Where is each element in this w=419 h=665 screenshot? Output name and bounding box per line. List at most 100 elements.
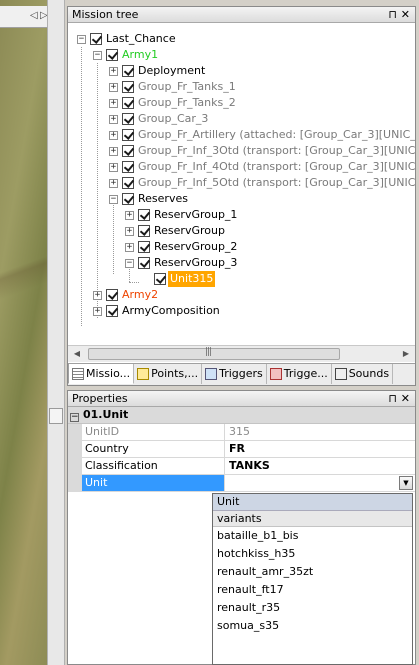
property-row-classification[interactable]: Classification TANKS xyxy=(68,458,415,475)
mission-tree-titlebar: Mission tree ⊓ ✕ xyxy=(68,7,415,23)
dropdown-header: Unit xyxy=(213,494,412,511)
tree-node[interactable]: + Group_Fr_Tanks_1 xyxy=(109,79,238,95)
close-icon[interactable]: ✕ xyxy=(401,391,410,406)
tree-node[interactable]: + Group_Fr_Tanks_2 xyxy=(109,95,238,111)
expand-icon[interactable]: + xyxy=(109,82,118,92)
node-checkbox[interactable] xyxy=(122,145,134,157)
tree-horizontal-scrollbar[interactable]: ◀ ||| ▶ xyxy=(68,345,415,362)
expand-icon[interactable]: + xyxy=(125,210,134,220)
tree-node[interactable]: + ReservGroup_1 xyxy=(125,207,239,223)
dropdown-option[interactable]: renault_r35 xyxy=(213,599,412,617)
tree-node[interactable]: + Group_Fr_Inf_5Otd (transport: [Group_C… xyxy=(109,175,415,191)
tab-points[interactable]: Points,... xyxy=(134,364,203,384)
tab-trigger-groups[interactable]: Trigge... xyxy=(267,364,332,384)
collapse-icon[interactable]: − xyxy=(109,194,118,204)
tree-node[interactable]: + Group_Fr_Artillery (attached: [Group_C… xyxy=(109,127,415,143)
node-checkbox[interactable] xyxy=(90,33,102,45)
node-label: Group_Fr_Inf_5Otd (transport: [Group_Car… xyxy=(138,176,415,189)
tab-label: Sounds xyxy=(348,367,390,380)
tab-triggers[interactable]: Triggers xyxy=(202,364,267,384)
expand-icon[interactable]: + xyxy=(93,290,102,300)
expand-icon[interactable]: + xyxy=(109,114,118,124)
node-checkbox[interactable] xyxy=(138,241,150,253)
tree-node[interactable]: + Group_Fr_Inf_3Otd (transport: [Group_C… xyxy=(109,143,415,159)
mission-tree-panel: Mission tree ⊓ ✕ − Last_Chance − Army1 +… xyxy=(67,6,416,386)
map-viewport[interactable]: ◁ ▷ xyxy=(0,0,47,665)
tree-node-selected[interactable]: Unit315 xyxy=(141,271,216,287)
node-checkbox[interactable] xyxy=(122,161,134,173)
close-icon[interactable]: ✕ xyxy=(401,7,410,22)
expand-icon[interactable]: + xyxy=(109,178,118,188)
collapse-icon[interactable]: − xyxy=(93,50,102,60)
pin-icon[interactable]: ⊓ xyxy=(388,391,397,406)
expand-icon[interactable]: + xyxy=(125,226,134,236)
category-label: 01.Unit xyxy=(83,408,129,421)
tree-node[interactable]: + Deployment xyxy=(109,63,207,79)
tree-node[interactable]: − Last_Chance xyxy=(77,31,178,47)
tree-node[interactable]: − Army1 xyxy=(93,47,160,63)
node-label: Deployment xyxy=(138,64,206,77)
node-label: ReservGroup_2 xyxy=(154,240,238,253)
tab-label: Trigge... xyxy=(283,367,328,380)
map-toolbar: ◁ ▷ xyxy=(0,6,47,28)
dropdown-option[interactable]: renault_amr_35zt xyxy=(213,563,412,581)
node-checkbox[interactable] xyxy=(106,49,118,61)
node-checkbox[interactable] xyxy=(122,193,134,205)
node-checkbox[interactable] xyxy=(138,225,150,237)
property-row-unit[interactable]: Unit ▼ xyxy=(68,475,415,492)
expand-icon[interactable]: + xyxy=(109,66,118,76)
tree-node[interactable]: + Army2 xyxy=(93,287,160,303)
property-category[interactable]: −01.Unit xyxy=(68,407,415,424)
node-label: Army2 xyxy=(122,288,159,301)
tree-node[interactable]: + ReservGroup_2 xyxy=(125,239,239,255)
node-checkbox[interactable] xyxy=(122,177,134,189)
property-row-country[interactable]: Country FR xyxy=(68,441,415,458)
node-checkbox[interactable] xyxy=(122,129,134,141)
tree-node[interactable]: − ReservGroup_3 xyxy=(125,255,239,271)
tree-node[interactable]: + ArmyComposition xyxy=(93,303,222,319)
nav-right-icon[interactable]: ▷ xyxy=(40,10,47,21)
tab-sounds[interactable]: Sounds xyxy=(332,364,394,384)
tab-label: Points,... xyxy=(151,367,199,380)
node-checkbox[interactable] xyxy=(154,273,166,285)
map-vertical-scrollbar[interactable] xyxy=(47,0,65,665)
node-checkbox[interactable] xyxy=(138,257,150,269)
expand-icon[interactable]: + xyxy=(93,306,102,316)
expand-icon[interactable]: + xyxy=(125,242,134,252)
expand-icon[interactable]: + xyxy=(109,146,118,156)
tree-node[interactable]: + ReservGroup xyxy=(125,223,227,239)
collapse-icon[interactable]: − xyxy=(77,34,86,44)
scrollbar-thumb[interactable] xyxy=(49,408,63,424)
dropdown-option[interactable]: bataille_b1_bis xyxy=(213,527,412,545)
node-checkbox[interactable] xyxy=(106,289,118,301)
properties-titlebar: Properties ⊓ ✕ xyxy=(68,391,415,407)
node-checkbox[interactable] xyxy=(122,97,134,109)
dropdown-option[interactable]: hotchkiss_h35 xyxy=(213,545,412,563)
tree-node[interactable]: − Reserves xyxy=(109,191,190,207)
dropdown-option[interactable]: somua_s35 xyxy=(213,617,412,635)
nav-left-icon[interactable]: ◁ xyxy=(30,10,38,21)
collapse-icon[interactable]: − xyxy=(70,413,79,422)
dropdown-subheader: variants xyxy=(213,511,412,527)
expand-icon[interactable]: + xyxy=(109,98,118,108)
node-checkbox[interactable] xyxy=(122,113,134,125)
node-checkbox[interactable] xyxy=(106,305,118,317)
tree-node[interactable]: + Group_Fr_Inf_4Otd (transport: [Group_C… xyxy=(109,159,415,175)
dropdown-option[interactable]: renault_ft17 xyxy=(213,581,412,599)
property-row-unitid[interactable]: UnitID 315 xyxy=(68,424,415,441)
expand-icon[interactable]: + xyxy=(109,130,118,140)
dropdown-arrow-icon[interactable]: ▼ xyxy=(399,476,413,490)
scroll-right-icon[interactable]: ▶ xyxy=(399,348,413,360)
node-checkbox[interactable] xyxy=(122,65,134,77)
tab-mission[interactable]: Missio... xyxy=(68,364,135,384)
scrollbar-thumb[interactable]: ||| xyxy=(88,347,340,360)
node-checkbox[interactable] xyxy=(122,81,134,93)
node-label: ReservGroup_1 xyxy=(154,208,238,221)
collapse-icon[interactable]: − xyxy=(125,258,134,268)
property-value[interactable] xyxy=(226,475,415,491)
tree-node[interactable]: + Group_Car_3 xyxy=(109,111,210,127)
expand-icon[interactable]: + xyxy=(109,162,118,172)
scroll-left-icon[interactable]: ◀ xyxy=(70,348,84,360)
node-checkbox[interactable] xyxy=(138,209,150,221)
pin-icon[interactable]: ⊓ xyxy=(388,7,397,22)
